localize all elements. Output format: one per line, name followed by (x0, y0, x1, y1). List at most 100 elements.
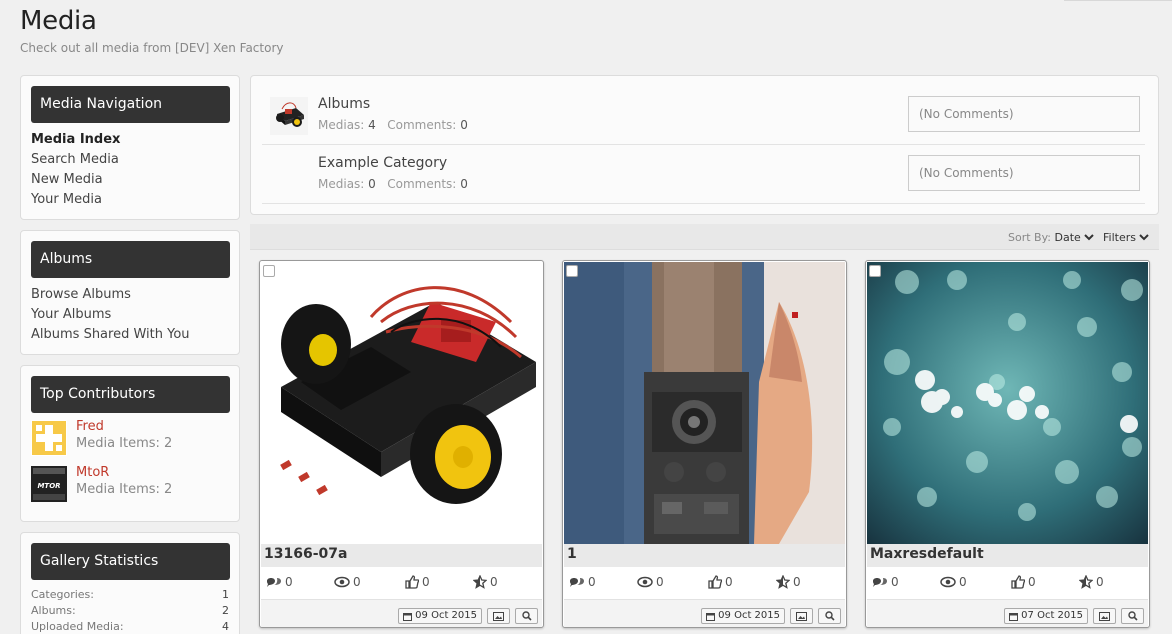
stat-label: Categories: (31, 588, 94, 601)
chevron-down-icon (1139, 234, 1150, 241)
category-title-albums[interactable]: Albums (318, 96, 370, 112)
medias-count: 0 (368, 177, 376, 191)
media-title[interactable]: 1 (564, 544, 845, 567)
eye-icon (940, 576, 956, 588)
contributor-info-mtor: Media Items: 2 (76, 482, 173, 497)
select-checkbox[interactable] (566, 265, 578, 277)
comments-count: 0 (891, 575, 899, 589)
views-stat: 0 (940, 575, 967, 589)
albums-heading: Albums (31, 241, 230, 278)
media-date: 07 Oct 2015 (1021, 610, 1083, 621)
contributor-name-fred[interactable]: Fred (76, 419, 104, 434)
gallery-statistics-block: Gallery Statistics Categories: 1 Albums:… (20, 532, 240, 634)
category-title-example[interactable]: Example Category (318, 155, 447, 171)
media-card-footer: 09 Oct 2015 (261, 599, 542, 627)
view-image-button[interactable] (790, 608, 813, 624)
category-meta-albums: Medias: 4 Comments: 0 (318, 118, 468, 132)
avatar-mtor[interactable]: MTOR (31, 466, 67, 502)
category-last-comment-albums[interactable]: (No Comments) (908, 96, 1140, 132)
calendar-icon (403, 612, 413, 621)
stat-value: 1 (222, 588, 229, 601)
stat-label: Albums: (31, 604, 76, 617)
stat-row: Uploaded Media: 4 (31, 620, 229, 633)
comments-count: 0 (285, 575, 293, 589)
zoom-icon (1127, 611, 1138, 621)
contributor-name-mtor[interactable]: MtoR (76, 465, 109, 480)
nav-search-media[interactable]: Search Media (31, 152, 119, 167)
media-thumbnail[interactable] (867, 262, 1148, 544)
media-date: 09 Oct 2015 (415, 610, 477, 621)
image-icon (493, 611, 504, 621)
rating-stat: 0 (473, 575, 498, 589)
media-card: 1 0 0 0 0 09 Oct 2015 (562, 260, 847, 628)
star-icon (473, 575, 487, 589)
zoom-icon (521, 611, 532, 621)
media-stats: 0 0 0 0 (266, 575, 536, 591)
nav-your-albums[interactable]: Your Albums (31, 307, 111, 322)
eye-icon (334, 576, 350, 588)
comments-icon (267, 577, 281, 587)
rating-value: 0 (1096, 575, 1104, 589)
image-icon (796, 611, 807, 621)
zoom-icon (824, 611, 835, 621)
category-row-albums: Albums Medias: 4 Comments: 0 (No Comment… (262, 86, 1145, 145)
thumbs-up-icon (1011, 575, 1025, 589)
likes-stat: 0 (1011, 575, 1036, 589)
avatar-fred[interactable] (31, 420, 67, 456)
media-thumbnail[interactable] (564, 262, 845, 544)
date-button[interactable]: 09 Oct 2015 (398, 608, 482, 624)
date-button[interactable]: 07 Oct 2015 (1004, 608, 1088, 624)
media-stats: 0 0 0 0 (569, 575, 839, 591)
rating-stat: 0 (776, 575, 801, 589)
sort-by-value: Date (1054, 231, 1081, 244)
media-card: Maxresdefault 0 0 0 0 07 Oct 2015 (865, 260, 1150, 628)
calendar-icon (1009, 612, 1019, 621)
category-thumbnail-albums[interactable] (270, 97, 308, 135)
stat-row: Categories: 1 (31, 588, 229, 601)
media-navigation-heading: Media Navigation (31, 86, 230, 123)
date-button[interactable]: 09 Oct 2015 (701, 608, 785, 624)
views-count: 0 (353, 575, 361, 589)
zoom-button[interactable] (515, 608, 538, 624)
views-count: 0 (959, 575, 967, 589)
medias-count: 4 (368, 118, 376, 132)
nav-new-media[interactable]: New Media (31, 172, 103, 187)
comments-count: 0 (588, 575, 596, 589)
comments-stat: 0 (266, 575, 293, 589)
sort-by-dropdown[interactable]: Sort By: Date (1008, 231, 1095, 244)
views-count: 0 (656, 575, 664, 589)
select-checkbox[interactable] (869, 265, 881, 277)
media-navigation-block: Media Navigation Media Index Search Medi… (20, 75, 240, 220)
nav-albums-shared[interactable]: Albums Shared With You (31, 327, 190, 342)
stat-row: Albums: 2 (31, 604, 229, 617)
media-title[interactable]: Maxresdefault (867, 544, 1148, 567)
zoom-button[interactable] (818, 608, 841, 624)
category-list: Albums Medias: 4 Comments: 0 (No Comment… (250, 75, 1159, 215)
filters-dropdown[interactable]: Filters (1103, 231, 1150, 244)
media-thumbnail[interactable] (261, 262, 542, 544)
medias-label: Medias: (318, 177, 365, 191)
gallery-statistics-heading: Gallery Statistics (31, 543, 230, 580)
top-contributors-block: Top Contributors Fred Media Items: 2 MTO… (20, 365, 240, 522)
top-contributors-heading: Top Contributors (31, 376, 230, 413)
rating-value: 0 (490, 575, 498, 589)
comments-stat: 0 (569, 575, 596, 589)
zoom-button[interactable] (1121, 608, 1144, 624)
nav-media-index[interactable]: Media Index (31, 132, 120, 147)
nav-browse-albums[interactable]: Browse Albums (31, 287, 131, 302)
stat-label: Uploaded Media: (31, 620, 124, 633)
category-last-comment-example[interactable]: (No Comments) (908, 155, 1140, 191)
page-subtitle: Check out all media from [DEV] Xen Facto… (20, 41, 284, 55)
comments-label: Comments: (387, 118, 457, 132)
star-icon (776, 575, 790, 589)
likes-stat: 0 (405, 575, 430, 589)
view-image-button[interactable] (1093, 608, 1116, 624)
medias-label: Medias: (318, 118, 365, 132)
nav-your-media[interactable]: Your Media (31, 192, 102, 207)
select-checkbox[interactable] (263, 265, 275, 277)
likes-count: 0 (1028, 575, 1036, 589)
stat-value: 2 (222, 604, 229, 617)
media-title[interactable]: 13166-07a (261, 544, 542, 567)
comments-count: 0 (460, 177, 468, 191)
view-image-button[interactable] (487, 608, 510, 624)
